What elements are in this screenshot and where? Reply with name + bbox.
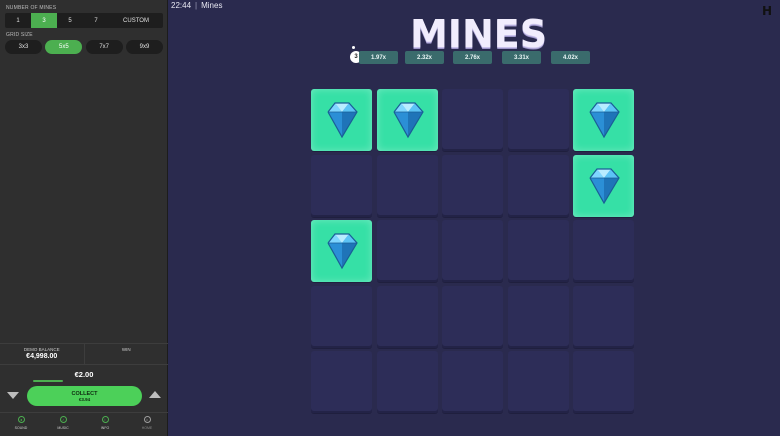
speaker-icon: ◂ — [17, 416, 25, 423]
tile-hidden[interactable] — [573, 286, 634, 348]
mines-option-7[interactable]: 7 — [83, 13, 109, 28]
tile-hidden[interactable] — [508, 89, 569, 151]
tile-hidden[interactable] — [442, 89, 503, 151]
multiplier-5: 4.02x — [551, 51, 590, 64]
nav-home-label: HOME — [141, 426, 153, 430]
mines-option-custom[interactable]: CUSTOM — [109, 13, 163, 28]
win-label: WIN — [121, 347, 131, 352]
demo-balance-value: €4,998.00 — [26, 353, 58, 360]
tile-gem — [573, 89, 634, 151]
home-icon: ⌂ — [143, 416, 151, 423]
tile-hidden[interactable] — [508, 155, 569, 217]
tile-hidden[interactable] — [377, 155, 438, 217]
grid-option-9x9[interactable]: 9x9 — [125, 40, 163, 54]
diamond-icon — [589, 102, 620, 139]
nav-sound-label: SOUND — [14, 426, 28, 430]
bomb-fuse-icon — [352, 46, 355, 49]
bottom-nav: ◂ SOUND ♪ MUSIC i INFO ⌂ HOME — [0, 412, 168, 436]
tile-hidden[interactable] — [442, 286, 503, 348]
tile-hidden[interactable] — [377, 286, 438, 348]
multiplier-2: 2.32x — [405, 51, 444, 64]
mines-count-label: NUMBER OF MINES — [6, 5, 57, 11]
grid-size-label: GRID SIZE — [6, 32, 33, 38]
multiplier-3: 2.76x — [453, 51, 492, 64]
tile-gem — [311, 220, 372, 282]
grid-option-3x3[interactable]: 3x3 — [5, 40, 42, 54]
nav-music[interactable]: ♪ MUSIC — [42, 413, 84, 436]
tile-hidden[interactable] — [311, 351, 372, 413]
demo-balance-label: DEMO BALANCE — [23, 347, 60, 352]
clock: 22:44 — [171, 1, 192, 10]
mines-option-5[interactable]: 5 — [57, 13, 83, 28]
diamond-icon — [327, 102, 358, 139]
nav-home[interactable]: ⌂ HOME — [126, 413, 168, 436]
bet-level-indicator — [33, 380, 63, 382]
tile-hidden[interactable] — [442, 351, 503, 413]
mines-option-3[interactable]: 3 — [31, 13, 57, 28]
increase-bet-button[interactable] — [149, 391, 161, 398]
game-title: MINES — [410, 12, 548, 56]
multiplier-4: 3.31x — [502, 51, 541, 64]
brand-logo: H — [762, 4, 773, 18]
nav-info-label: INFO — [100, 426, 110, 430]
win-display: WIN — [83, 344, 169, 364]
mines-game-app: NUMBER OF MINES 1 3 5 7 CUSTOM GRID SIZE… — [0, 0, 780, 436]
multiplier-1: 1.97x — [359, 51, 398, 64]
tile-hidden[interactable] — [508, 286, 569, 348]
diamond-icon — [393, 102, 424, 139]
nav-music-label: MUSIC — [57, 426, 69, 430]
status-bar: 22:44 | Mines — [171, 1, 222, 10]
demo-balance: DEMO BALANCE €4,998.00 — [0, 344, 84, 364]
collect-value: €3.94 — [78, 396, 91, 402]
tile-hidden[interactable] — [442, 220, 503, 282]
title-separator: | — [195, 1, 198, 10]
tile-gem — [311, 89, 372, 151]
collect-button[interactable]: COLLECT €3.94 — [27, 386, 142, 406]
control-sidebar: NUMBER OF MINES 1 3 5 7 CUSTOM GRID SIZE… — [0, 0, 168, 436]
grid-size-selector: 3x3 5x5 7x7 9x9 — [5, 40, 163, 54]
bet-amount: €2.00 — [74, 370, 94, 379]
tile-hidden[interactable] — [573, 220, 634, 282]
nav-sound[interactable]: ◂ SOUND — [0, 413, 42, 436]
balance-bar: DEMO BALANCE €4,998.00 WIN — [0, 343, 168, 365]
diamond-icon — [327, 233, 358, 270]
tile-gem — [573, 155, 634, 217]
mines-board — [311, 89, 636, 413]
tile-hidden[interactable] — [508, 351, 569, 413]
diamond-icon — [589, 168, 620, 205]
tile-hidden[interactable] — [311, 155, 372, 217]
grid-option-5x5[interactable]: 5x5 — [45, 40, 83, 54]
music-note-icon: ♪ — [59, 416, 67, 423]
tile-hidden[interactable] — [311, 286, 372, 348]
tile-hidden[interactable] — [377, 351, 438, 413]
tile-hidden[interactable] — [442, 155, 503, 217]
tile-hidden[interactable] — [508, 220, 569, 282]
grid-option-7x7[interactable]: 7x7 — [85, 40, 123, 54]
info-icon: i — [101, 416, 109, 423]
tile-hidden[interactable] — [573, 351, 634, 413]
tile-gem — [377, 89, 438, 151]
window-title: Mines — [201, 1, 223, 10]
mines-count-selector: 1 3 5 7 CUSTOM — [5, 13, 163, 28]
decrease-bet-button[interactable] — [7, 392, 19, 399]
mines-option-1[interactable]: 1 — [5, 13, 31, 28]
nav-info[interactable]: i INFO — [84, 413, 126, 436]
tile-hidden[interactable] — [377, 220, 438, 282]
